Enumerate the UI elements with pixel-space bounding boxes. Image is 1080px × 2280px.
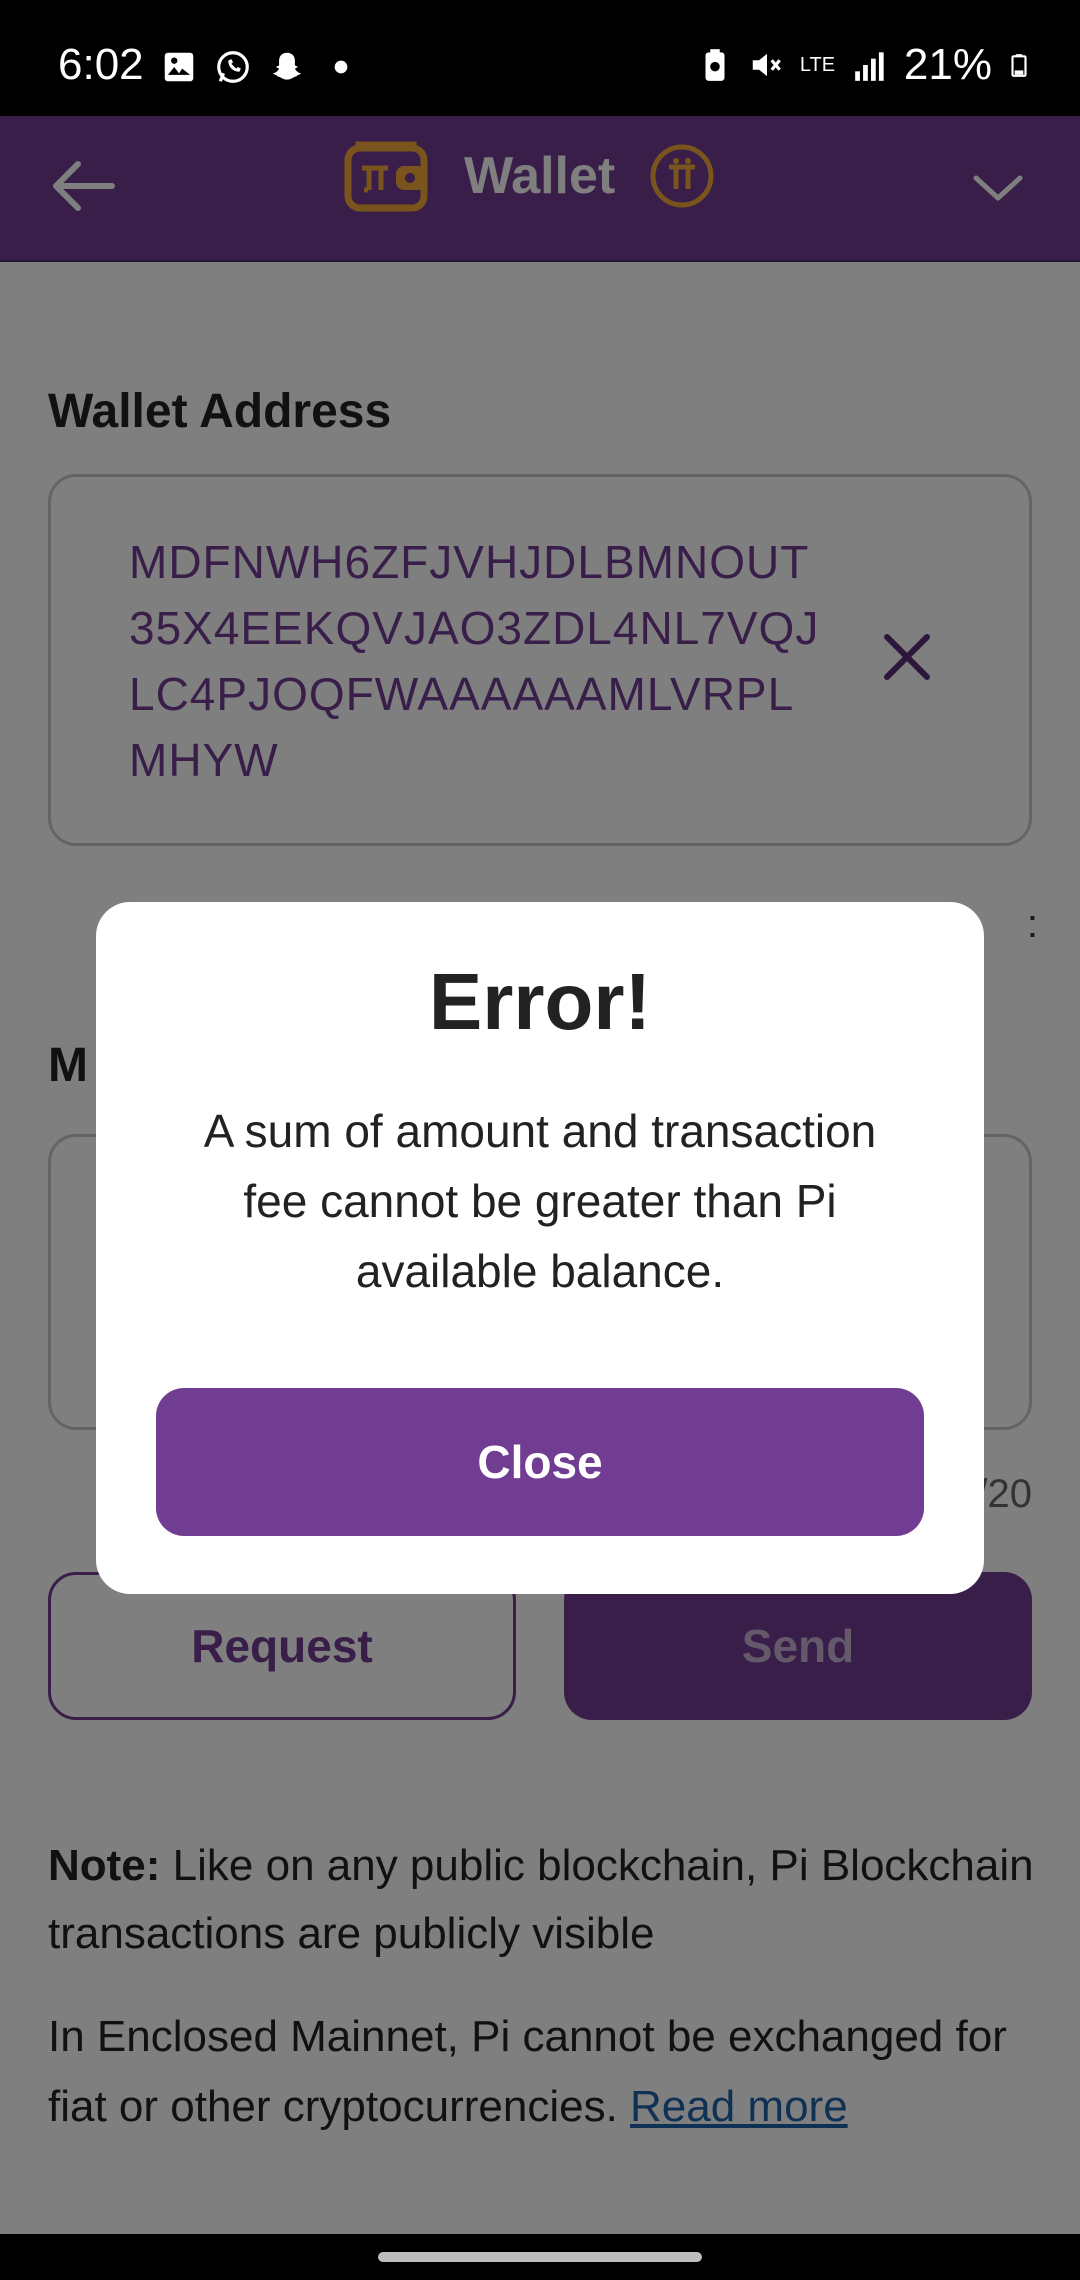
dialog-message: A sum of amount and transaction fee cann… <box>203 1105 877 1297</box>
gallery-icon <box>164 52 194 82</box>
status-bar: 6:02 LTE 21% <box>0 0 1080 116</box>
close-button[interactable]: Close <box>156 1388 924 1536</box>
signal-icon <box>855 52 884 81</box>
mute-icon <box>752 53 781 77</box>
system-status: LTE 21% <box>696 40 1032 90</box>
navigation-bar <box>0 2234 1080 2280</box>
snapchat-icon <box>272 52 302 80</box>
battery-saver-icon <box>705 49 725 81</box>
notification-icons <box>160 48 360 86</box>
whatsapp-icon <box>217 51 249 83</box>
battery-percent: 21% <box>903 40 992 89</box>
dialog-title: Error! <box>428 957 652 1046</box>
error-dialog: Error! A sum of amount and transaction f… <box>96 902 984 1594</box>
battery-icon <box>1011 54 1027 77</box>
dot-icon <box>334 60 348 74</box>
home-indicator[interactable] <box>378 2252 702 2262</box>
status-time: 6:02 <box>58 40 144 89</box>
lte-icon: LTE <box>799 54 836 76</box>
